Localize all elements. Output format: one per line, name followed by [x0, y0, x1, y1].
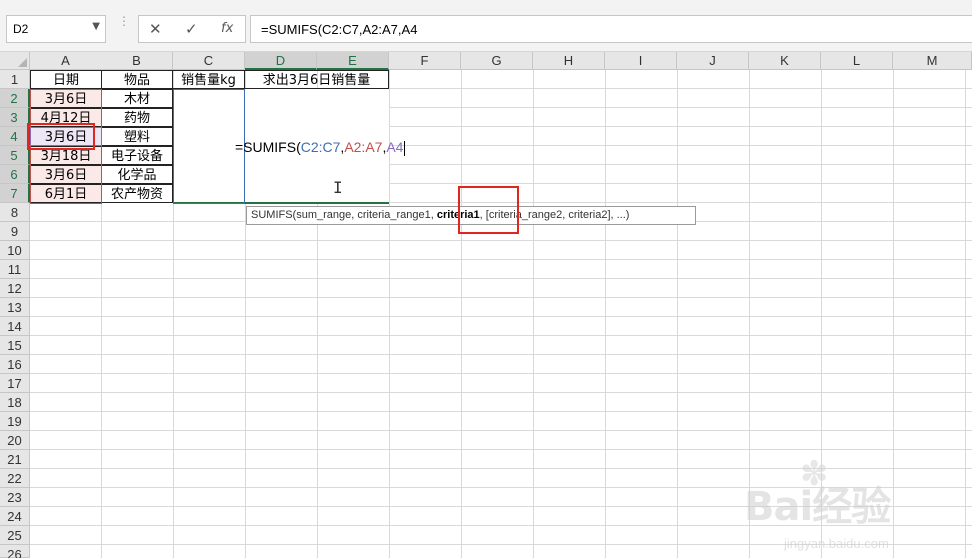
column-header-a[interactable]: A [30, 52, 102, 70]
row-header-16[interactable]: 16 [0, 355, 30, 374]
select-all-icon [18, 58, 27, 67]
row-header-12[interactable]: 12 [0, 279, 30, 298]
cell-b7[interactable]: 农产物资 [101, 184, 173, 203]
row-header-8[interactable]: 8 [0, 203, 30, 222]
baidu-watermark: ✽ Bai经验 jingyan.baidu.com [744, 450, 972, 558]
row-header-13[interactable]: 13 [0, 298, 30, 317]
row-header-23[interactable]: 23 [0, 488, 30, 507]
cell-b4[interactable]: 塑料 [101, 127, 173, 146]
row-header-2[interactable]: 2 [0, 89, 30, 108]
formula-prefix: =SUMIFS( [235, 139, 301, 155]
select-all-button[interactable] [0, 52, 30, 70]
watermark-url: jingyan.baidu.com [784, 536, 889, 551]
cell-d1[interactable]: 求出3月6日销售量 [244, 70, 389, 89]
row-header-22[interactable]: 22 [0, 469, 30, 488]
column-header-j[interactable]: J [677, 52, 749, 70]
row-header-14[interactable]: 14 [0, 317, 30, 336]
row-header-18[interactable]: 18 [0, 393, 30, 412]
cell-b5[interactable]: 电子设备 [101, 146, 173, 165]
row-header-17[interactable]: 17 [0, 374, 30, 393]
cell-b2[interactable]: 木材 [101, 89, 173, 108]
row-header-15[interactable]: 15 [0, 336, 30, 355]
formula-ref-c2-c7: C2:C7 [300, 139, 341, 155]
annotation-box-criteria1 [458, 186, 519, 234]
row-header-6[interactable]: 6 [0, 165, 30, 184]
cell-c1[interactable]: 销售量kg [172, 70, 245, 89]
row-header-21[interactable]: 21 [0, 450, 30, 469]
formula-ref-a4: A4 [386, 139, 404, 155]
column-header-i[interactable]: I [605, 52, 677, 70]
column-header-g[interactable]: G [461, 52, 533, 70]
column-header-e[interactable]: E [317, 52, 389, 70]
row-header-11[interactable]: 11 [0, 260, 30, 279]
cell-b1[interactable]: 物品 [101, 70, 173, 89]
formula-buttons: ✕ ✓ fx [138, 15, 246, 43]
insert-function-icon[interactable]: fx [221, 21, 233, 36]
column-header-b[interactable]: B [101, 52, 173, 70]
row-header-25[interactable]: 25 [0, 526, 30, 545]
cell-b3[interactable]: 药物 [101, 108, 173, 127]
row-header-4[interactable]: 4 [0, 127, 30, 146]
watermark-logo: Bai经验 [744, 484, 891, 530]
column-header-k[interactable]: K [749, 52, 821, 70]
name-box[interactable]: D2 ▼ [6, 15, 106, 43]
row-header-20[interactable]: 20 [0, 431, 30, 450]
row-header-26[interactable]: 26 [0, 545, 30, 558]
formula-text: =SUMIFS(C2:C7,A2:A7,A4 [261, 22, 418, 37]
row-header-10[interactable]: 10 [0, 241, 30, 260]
row-header-3[interactable]: 3 [0, 108, 30, 127]
drag-handle-icon[interactable]: ⋮ [118, 15, 130, 27]
chevron-down-icon[interactable]: ▼ [92, 21, 100, 32]
name-box-value: D2 [13, 22, 29, 36]
cell-b6[interactable]: 化学品 [101, 165, 173, 184]
column-header-l[interactable]: L [821, 52, 893, 70]
column-header-h[interactable]: H [533, 52, 605, 70]
cell-a1[interactable]: 日期 [30, 70, 102, 89]
row-header-1[interactable]: 1 [0, 70, 30, 89]
row-header-5[interactable]: 5 [0, 146, 30, 165]
formula-ref-a2-a7: A2:A7 [344, 139, 383, 155]
formula-bar-area: D2 ▼ ⋮ ✕ ✓ fx =SUMIFS(C2:C7,A2:A7,A4 [0, 0, 972, 52]
column-header-c[interactable]: C [173, 52, 245, 70]
column-header-d[interactable]: D [245, 52, 317, 70]
cancel-icon[interactable]: ✕ [149, 20, 162, 38]
formula-input[interactable]: =SUMIFS(C2:C7,A2:A7,A4 [250, 15, 972, 43]
row-header-19[interactable]: 19 [0, 412, 30, 431]
text-caret [404, 140, 406, 156]
cell-edit-formula[interactable]: =SUMIFS(C2:C7,A2:A7,A4 [235, 139, 406, 156]
row-header-7[interactable]: 7 [0, 184, 30, 203]
enter-icon[interactable]: ✓ [185, 20, 198, 38]
tooltip-prefix[interactable]: SUMIFS(sum_range, criteria_range1, [251, 209, 437, 221]
row-header-9[interactable]: 9 [0, 222, 30, 241]
column-header-f[interactable]: F [389, 52, 461, 70]
ibeam-cursor-icon: I [333, 178, 343, 197]
annotation-box-a4 [27, 123, 95, 150]
row-header-24[interactable]: 24 [0, 507, 30, 526]
column-header-m[interactable]: M [893, 52, 972, 70]
